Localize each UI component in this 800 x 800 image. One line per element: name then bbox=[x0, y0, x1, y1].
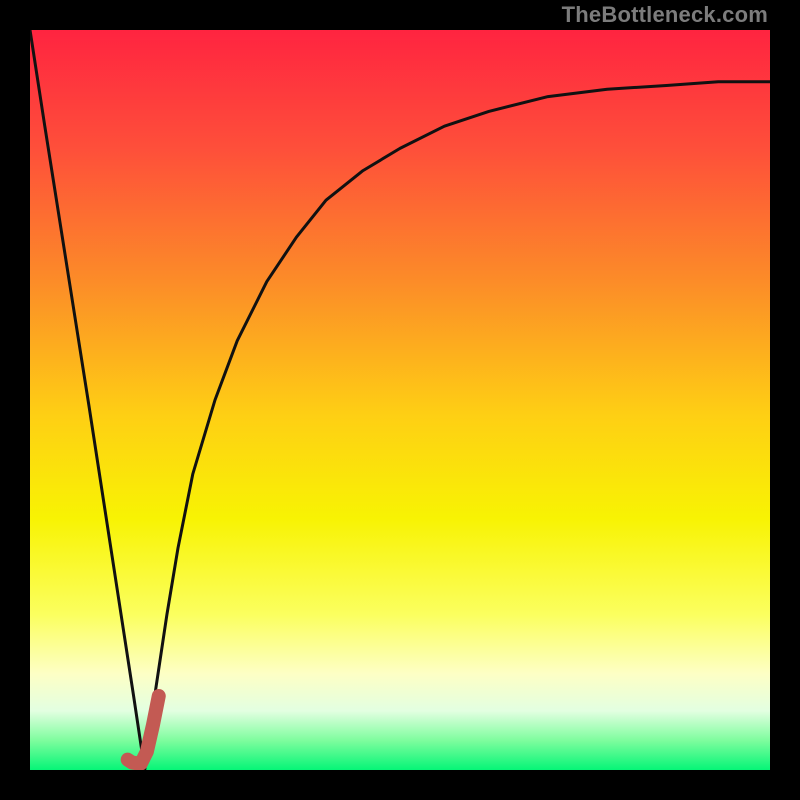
curve-layer bbox=[30, 30, 770, 770]
optimal-marker bbox=[128, 696, 159, 763]
plot-area bbox=[30, 30, 770, 770]
chart-frame: TheBottleneck.com bbox=[0, 0, 800, 800]
watermark-text: TheBottleneck.com bbox=[562, 2, 768, 28]
bottleneck-curve bbox=[30, 30, 770, 770]
